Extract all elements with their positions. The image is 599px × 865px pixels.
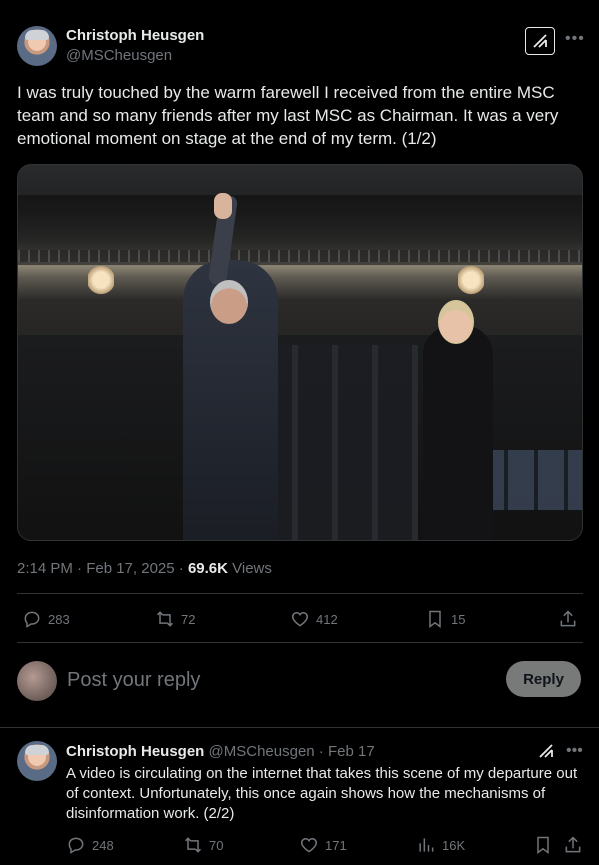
repost-icon: [184, 837, 202, 853]
repost-button[interactable]: 72: [155, 609, 195, 629]
reply-icon: [24, 611, 40, 628]
repost-icon: [156, 611, 174, 627]
thread-text: A video is circulating on the internet t…: [66, 765, 578, 822]
divider: [17, 593, 583, 594]
thread-bookmark-button[interactable]: [533, 835, 553, 855]
thread-author-name[interactable]: Christoph Heusgen: [66, 743, 204, 760]
grok-icon[interactable]: [525, 27, 555, 55]
thread-repost-count: 70: [209, 837, 224, 853]
reply-input[interactable]: [67, 667, 487, 693]
bookmark-count: 15: [451, 611, 466, 627]
thread-reply-button[interactable]: 248: [66, 835, 114, 855]
photo-lamp: [458, 265, 484, 295]
share-icon: [565, 836, 581, 853]
thread-like-button[interactable]: 171: [299, 835, 347, 855]
thread-reply-count: 248: [92, 837, 114, 853]
author-avatar[interactable]: [17, 26, 57, 66]
thread-date[interactable]: · Feb 17: [315, 743, 375, 760]
reply-count: 283: [48, 611, 70, 627]
author-name[interactable]: Christoph Heusgen: [66, 27, 204, 44]
like-count: 412: [316, 611, 338, 627]
tweet-text: I was truly touched by the warm farewell…: [17, 83, 559, 148]
reply-icon: [68, 837, 84, 854]
bookmark-button[interactable]: 15: [425, 609, 465, 629]
views-label: Views: [227, 560, 272, 577]
bookmark-icon: [537, 836, 549, 854]
more-icon[interactable]: •••: [565, 30, 585, 48]
like-icon: [300, 837, 318, 853]
thread-views-count: 16K: [442, 837, 466, 853]
thread-share-button[interactable]: [563, 835, 583, 855]
share-button[interactable]: [558, 609, 578, 629]
thread-like-count: 171: [325, 837, 347, 853]
photo-hand: [214, 193, 232, 219]
like-button[interactable]: 412: [290, 609, 338, 629]
views-icon: [419, 838, 434, 852]
thread-author-handle[interactable]: @MSCheusgen: [209, 743, 315, 760]
bookmark-icon: [429, 610, 441, 628]
thread-header: Christoph Heusgen @MSCheusgen · Feb 17: [66, 743, 375, 760]
grok-icon[interactable]: [537, 742, 555, 765]
thread-repost-button[interactable]: 70: [183, 835, 223, 855]
divider: [17, 642, 583, 643]
photo-woman-head: [438, 300, 474, 344]
repost-count: 72: [181, 611, 196, 627]
reply-button[interactable]: 283: [22, 609, 70, 629]
tweet-meta: 2:14 PM · Feb 17, 2025 · 69.6K Views: [17, 560, 272, 577]
share-icon: [560, 610, 576, 627]
author-handle[interactable]: @MSCheusgen: [66, 47, 172, 64]
photo-rail: [18, 250, 582, 262]
reply-submit-button[interactable]: Reply: [506, 661, 581, 697]
photo-woman: [423, 325, 493, 540]
like-icon: [291, 611, 309, 627]
current-user-avatar[interactable]: [17, 661, 57, 701]
tweet-photo[interactable]: [17, 164, 583, 541]
views-count: 69.6K: [187, 560, 228, 577]
thread-views-button[interactable]: 16K: [416, 835, 465, 855]
timestamp[interactable]: 2:14 PM · Feb 17, 2025 ·: [17, 560, 188, 577]
photo-chairs: [478, 450, 582, 510]
photo-lamp: [88, 265, 114, 295]
more-icon[interactable]: •••: [566, 742, 583, 760]
photo-people: [258, 345, 418, 540]
thread-author-avatar[interactable]: [17, 741, 57, 781]
divider: [0, 727, 599, 728]
photo-man-head: [210, 280, 248, 324]
